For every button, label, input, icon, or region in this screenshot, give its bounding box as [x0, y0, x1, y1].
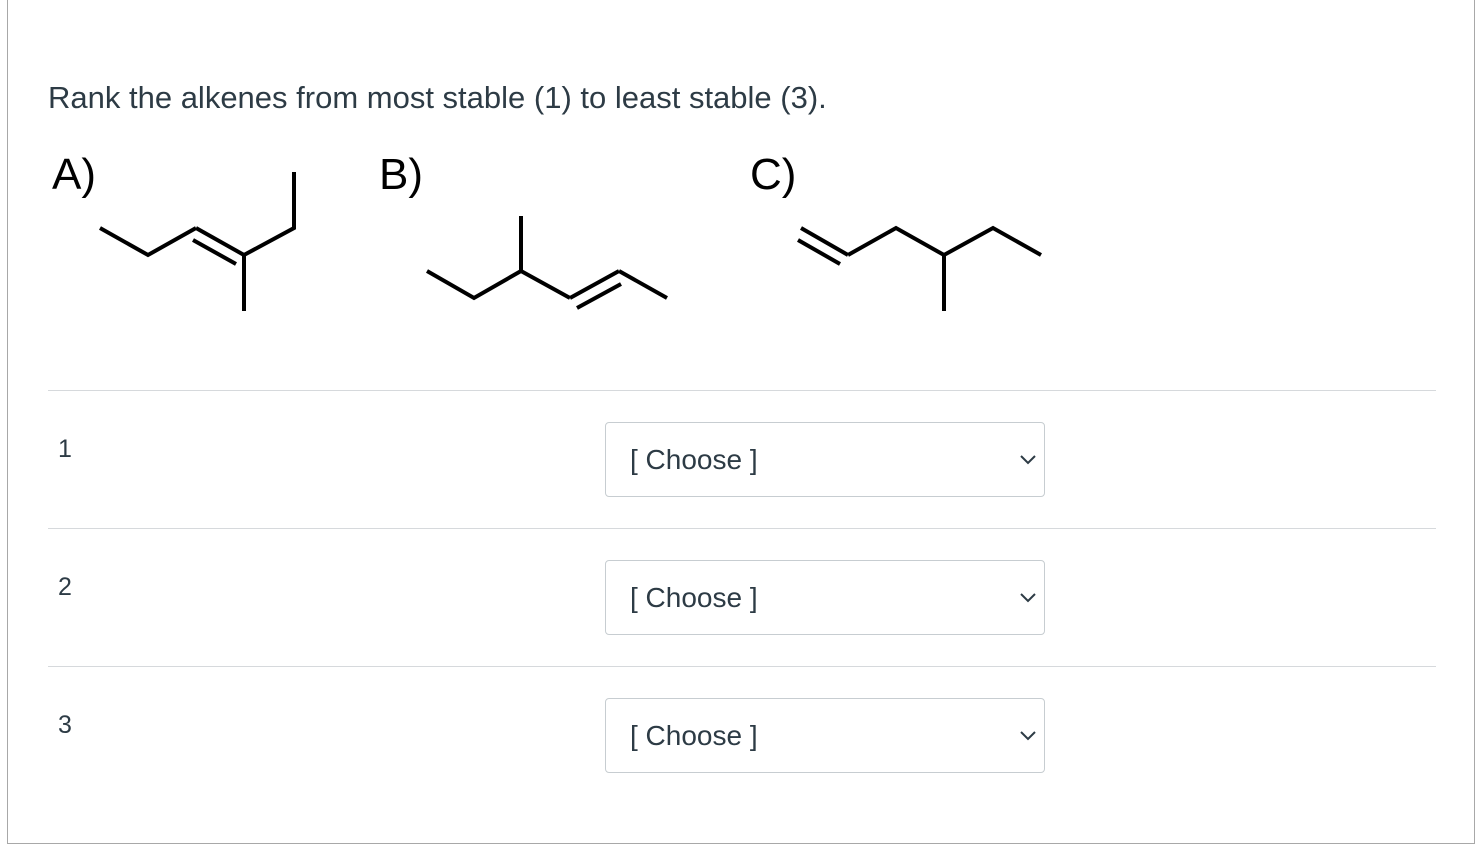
structure-label-a: A) — [52, 150, 96, 199]
chevron-down-icon — [1020, 731, 1036, 741]
alkene-structures-figure: A) B) C) — [52, 150, 1042, 311]
row-divider — [48, 390, 1436, 391]
chevron-down-icon — [1020, 455, 1036, 465]
structure-c-skeletal — [797, 225, 1042, 311]
structure-label-c: C) — [750, 150, 796, 199]
rank-3-select-value: [ Choose ] — [630, 720, 758, 751]
chevron-down-icon — [1020, 593, 1036, 603]
row-divider — [48, 528, 1436, 529]
structure-b-skeletal — [426, 216, 668, 310]
rank-2-select[interactable]: [ Choose ] — [605, 560, 1045, 635]
rank-2-select-value: [ Choose ] — [630, 582, 758, 613]
row-divider — [48, 666, 1436, 667]
rank-label-1: 1 — [58, 435, 72, 463]
rank-label-2: 2 — [58, 573, 72, 601]
rank-1-select-value: [ Choose ] — [630, 444, 758, 475]
rank-label-3: 3 — [58, 711, 72, 739]
structure-a-skeletal — [99, 172, 296, 311]
rank-1-select[interactable]: [ Choose ] — [605, 422, 1045, 497]
rank-3-select[interactable]: [ Choose ] — [605, 698, 1045, 773]
structure-label-b: B) — [379, 150, 423, 199]
